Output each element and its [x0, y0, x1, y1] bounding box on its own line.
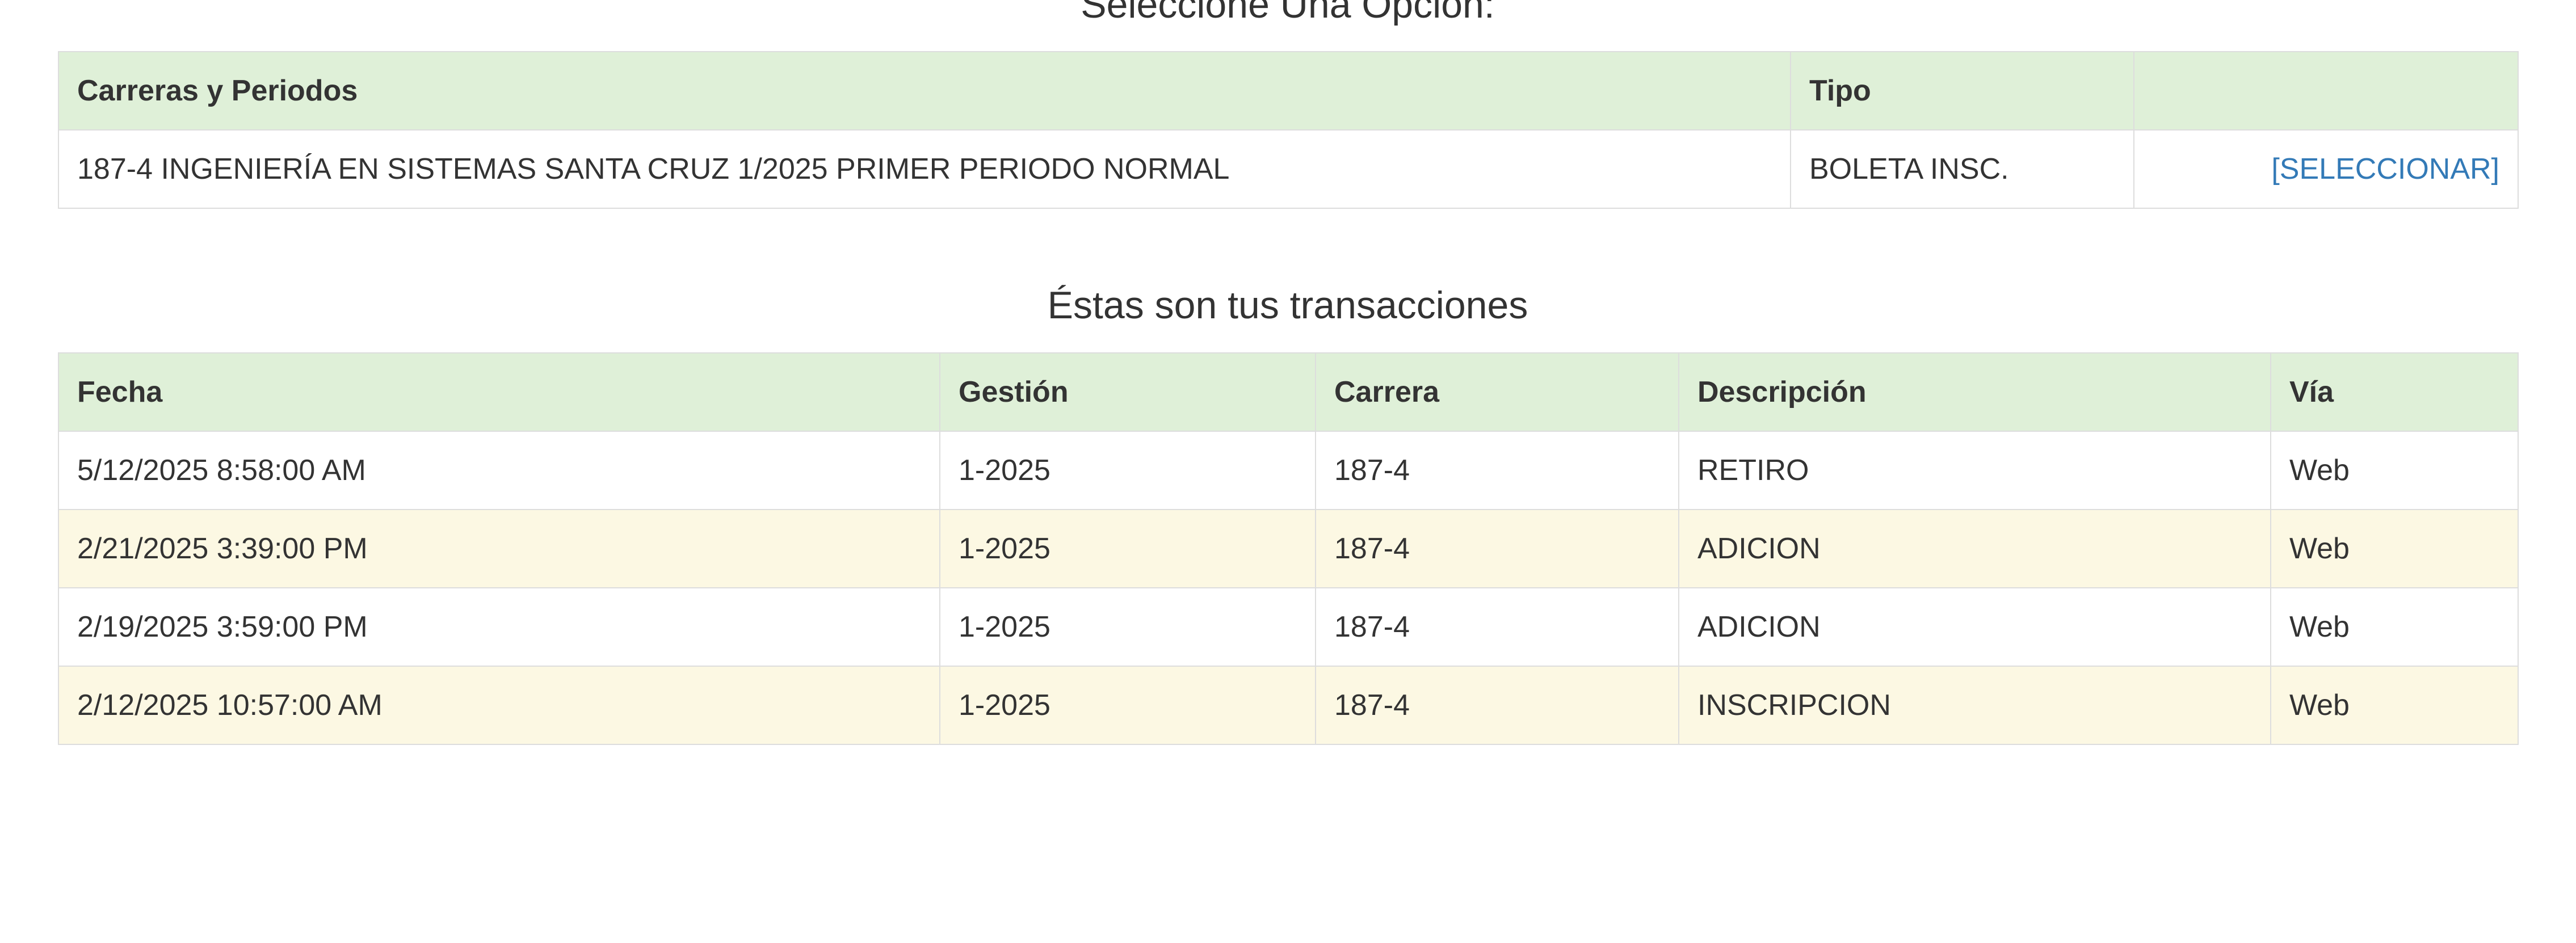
type-cell: BOLETA INSC. [1790, 129, 2134, 209]
options-table-row: 187-4 INGENIERÍA EN SISTEMAS SANTA CRUZ … [58, 129, 2519, 209]
via-cell: Web [2270, 587, 2519, 667]
gestion-cell: 1-2025 [939, 666, 1316, 745]
transactions-table: Fecha Gestión Carrera Descripción Vía 5/… [58, 352, 2519, 745]
via-cell: Web [2270, 666, 2519, 745]
options-table-header-row: Carreras y Periodos Tipo [58, 51, 2519, 130]
descripcion-cell: RETIRO [1678, 431, 2271, 510]
column-header-action [2133, 51, 2519, 130]
transaction-row: 5/12/2025 8:58:00 AM 1-2025 187-4 RETIRO… [58, 431, 2519, 510]
transactions-table-header-row: Fecha Gestión Carrera Descripción Vía [58, 352, 2519, 432]
gestion-cell: 1-2025 [939, 431, 1316, 510]
career-period-cell: 187-4 INGENIERÍA EN SISTEMAS SANTA CRUZ … [58, 129, 1791, 209]
column-header-via: Vía [2270, 352, 2519, 432]
transaction-row: 2/12/2025 10:57:00 AM 1-2025 187-4 INSCR… [58, 666, 2519, 745]
transactions-section-title: Éstas son tus transacciones [1047, 284, 1528, 327]
transaction-row: 2/21/2025 3:39:00 PM 1-2025 187-4 ADICIO… [58, 509, 2519, 588]
select-link[interactable]: [SELECCIONAR] [2271, 153, 2499, 186]
carrera-cell: 187-4 [1315, 587, 1679, 667]
descripcion-cell: ADICION [1678, 509, 2271, 588]
fecha-cell: 2/21/2025 3:39:00 PM [58, 509, 940, 588]
descripcion-cell: INSCRIPCION [1678, 666, 2271, 745]
descripcion-cell: ADICION [1678, 587, 2271, 667]
gestion-cell: 1-2025 [939, 587, 1316, 667]
options-section-title: Seleccione Una Opción: [1081, 0, 1495, 26]
gestion-cell: 1-2025 [939, 509, 1316, 588]
fecha-cell: 2/12/2025 10:57:00 AM [58, 666, 940, 745]
column-header-gestion: Gestión [939, 352, 1316, 432]
column-header-fecha: Fecha [58, 352, 940, 432]
options-table: Carreras y Periodos Tipo 187-4 INGENIERÍ… [58, 51, 2519, 209]
column-header-tipo: Tipo [1790, 51, 2134, 130]
carrera-cell: 187-4 [1315, 666, 1679, 745]
fecha-cell: 5/12/2025 8:58:00 AM [58, 431, 940, 510]
transaction-row: 2/19/2025 3:59:00 PM 1-2025 187-4 ADICIO… [58, 587, 2519, 667]
column-header-carreras-periodos: Carreras y Periodos [58, 51, 1791, 130]
column-header-descripcion: Descripción [1678, 352, 2271, 432]
action-cell: [SELECCIONAR] [2133, 129, 2519, 209]
via-cell: Web [2270, 431, 2519, 510]
carrera-cell: 187-4 [1315, 509, 1679, 588]
via-cell: Web [2270, 509, 2519, 588]
fecha-cell: 2/19/2025 3:59:00 PM [58, 587, 940, 667]
carrera-cell: 187-4 [1315, 431, 1679, 510]
column-header-carrera: Carrera [1315, 352, 1679, 432]
